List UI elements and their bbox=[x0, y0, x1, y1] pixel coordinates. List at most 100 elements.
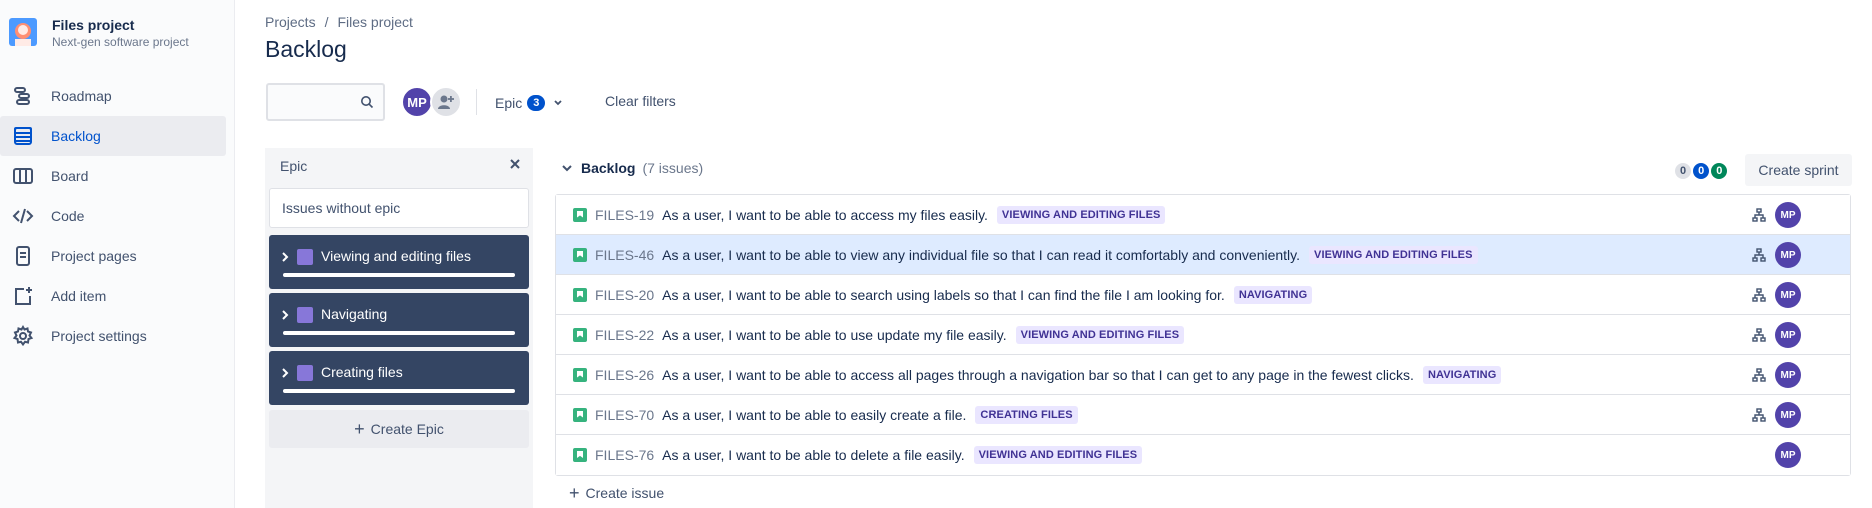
sidebar-item-board[interactable]: Board bbox=[0, 156, 226, 196]
issue-row[interactable]: FILES-76 As a user, I want to be able to… bbox=[556, 435, 1850, 475]
add-person-icon bbox=[438, 95, 454, 109]
close-icon[interactable] bbox=[507, 156, 523, 172]
issue-row[interactable]: FILES-19 As a user, I want to be able to… bbox=[556, 195, 1850, 235]
plus-icon: + bbox=[569, 483, 580, 503]
child-issues-icon bbox=[1752, 328, 1766, 342]
backlog-issue-count: (7 issues) bbox=[642, 160, 704, 176]
issue-key[interactable]: FILES-70 bbox=[595, 407, 654, 423]
epic-progress-bar bbox=[283, 273, 515, 277]
issue-summary: As a user, I want to be able to view any… bbox=[662, 246, 1301, 263]
issue-key[interactable]: FILES-19 bbox=[595, 207, 654, 223]
create-sprint-button[interactable]: Create sprint bbox=[1745, 154, 1852, 186]
in-progress-count-badge: 0 bbox=[1693, 163, 1710, 179]
epic-lozenge: NAVIGATING bbox=[1233, 285, 1313, 304]
add-item-icon bbox=[12, 285, 34, 307]
epic-filter-count-badge: 3 bbox=[527, 95, 546, 111]
sidebar-item-label: Board bbox=[51, 168, 89, 184]
backlog-icon bbox=[12, 125, 34, 147]
plus-icon: + bbox=[354, 419, 365, 439]
child-issues-icon bbox=[1752, 248, 1766, 262]
sidebar-item-label: Add item bbox=[51, 288, 107, 304]
status-counts: 0 0 0 bbox=[1673, 163, 1728, 179]
add-people-button[interactable] bbox=[430, 86, 462, 118]
sidebar-item-backlog[interactable]: Backlog bbox=[0, 116, 226, 156]
assignee-avatar[interactable]: MP bbox=[1775, 402, 1801, 428]
issue-summary: As a user, I want to be able to access m… bbox=[662, 206, 988, 223]
issue-key[interactable]: FILES-22 bbox=[595, 327, 654, 343]
epic-card-viewing-and-editing-files[interactable]: Viewing and editing files bbox=[269, 235, 529, 289]
breadcrumb-files-project[interactable]: Files project bbox=[337, 14, 412, 30]
sidebar-item-project-pages[interactable]: Project pages bbox=[0, 236, 226, 276]
issue-row[interactable]: FILES-46 As a user, I want to be able to… bbox=[556, 235, 1850, 275]
epic-lozenge: VIEWING AND EDITING FILES bbox=[996, 205, 1166, 224]
epic-color-swatch bbox=[297, 307, 313, 323]
issue-row[interactable]: FILES-20 As a user, I want to be able to… bbox=[556, 275, 1850, 315]
chevron-right-icon[interactable] bbox=[280, 250, 290, 264]
epic-name: Viewing and editing files bbox=[321, 248, 471, 264]
create-epic-label: Create Epic bbox=[370, 421, 444, 437]
issue-row[interactable]: FILES-26 As a user, I want to be able to… bbox=[556, 355, 1850, 395]
issues-without-epic[interactable]: Issues without epic bbox=[269, 188, 529, 228]
project-type: Next-gen software project bbox=[52, 35, 189, 49]
project-name: Files project bbox=[52, 17, 135, 33]
sidebar-item-label: Project settings bbox=[51, 328, 147, 344]
assignee-avatar[interactable]: MP bbox=[1775, 242, 1801, 268]
issue-row[interactable]: FILES-70 As a user, I want to be able to… bbox=[556, 395, 1850, 435]
page-title: Backlog bbox=[265, 36, 347, 62]
epic-card-navigating[interactable]: Navigating bbox=[269, 293, 529, 347]
issue-key[interactable]: FILES-26 bbox=[595, 367, 654, 383]
story-icon bbox=[573, 327, 587, 342]
sidebar-item-roadmap[interactable]: Roadmap bbox=[0, 76, 226, 116]
epic-name: Creating files bbox=[321, 364, 403, 380]
avatar-filter-mp[interactable]: MP bbox=[401, 86, 433, 118]
chevron-down-icon bbox=[554, 100, 562, 106]
assignee-avatar[interactable]: MP bbox=[1775, 362, 1801, 388]
issue-key[interactable]: FILES-76 bbox=[595, 447, 654, 463]
search-input[interactable] bbox=[266, 83, 385, 121]
project-avatar-icon bbox=[9, 18, 37, 46]
backlog-header[interactable]: Backlog (7 issues) bbox=[561, 160, 703, 176]
sidebar-item-project-settings[interactable]: Project settings bbox=[0, 316, 226, 356]
epic-lozenge: CREATING FILES bbox=[975, 405, 1078, 424]
story-icon bbox=[573, 407, 587, 422]
epic-color-swatch bbox=[297, 249, 313, 265]
filter-divider bbox=[476, 89, 477, 115]
sidebar-item-label: Roadmap bbox=[51, 88, 112, 104]
sidebar: Files project Next-gen software project … bbox=[0, 0, 235, 508]
project-header[interactable]: Files project Next-gen software project bbox=[8, 16, 228, 56]
epic-card-creating-files[interactable]: Creating files bbox=[269, 351, 529, 405]
story-icon bbox=[573, 247, 587, 262]
assignee-avatar[interactable]: MP bbox=[1775, 202, 1801, 228]
board-icon bbox=[12, 165, 34, 187]
code-icon bbox=[12, 205, 34, 227]
chevron-right-icon[interactable] bbox=[280, 308, 290, 322]
issue-summary: As a user, I want to be able to easily c… bbox=[662, 406, 967, 423]
clear-filters-button[interactable]: Clear filters bbox=[605, 93, 676, 109]
create-epic-button[interactable]: + Create Epic bbox=[269, 410, 529, 448]
epic-filter-dropdown[interactable]: Epic 3 bbox=[495, 91, 563, 115]
breadcrumb-projects[interactable]: Projects bbox=[265, 14, 316, 30]
sidebar-nav: Roadmap Backlog Board Code Project pages bbox=[0, 76, 235, 356]
sidebar-item-code[interactable]: Code bbox=[0, 196, 226, 236]
issue-summary: As a user, I want to be able to delete a… bbox=[662, 447, 965, 463]
search-icon bbox=[361, 96, 374, 109]
epic-progress-bar bbox=[283, 331, 515, 335]
sidebar-item-add-item[interactable]: Add item bbox=[0, 276, 226, 316]
create-issue-label: Create issue bbox=[585, 485, 665, 501]
chevron-down-icon[interactable] bbox=[561, 162, 573, 174]
story-icon bbox=[573, 287, 587, 302]
epic-panel: Epic Issues without epic Viewing and edi… bbox=[265, 148, 533, 508]
issue-key[interactable]: FILES-20 bbox=[595, 287, 654, 303]
breadcrumb: Projects / Files project bbox=[265, 14, 413, 30]
epic-lozenge: NAVIGATING bbox=[1422, 365, 1502, 384]
chevron-right-icon[interactable] bbox=[280, 366, 290, 380]
issue-row[interactable]: FILES-22 As a user, I want to be able to… bbox=[556, 315, 1850, 355]
create-issue-button[interactable]: + Create issue bbox=[569, 483, 665, 503]
assignee-avatar[interactable]: MP bbox=[1775, 322, 1801, 348]
assignee-avatar[interactable]: MP bbox=[1775, 282, 1801, 308]
issue-key[interactable]: FILES-46 bbox=[595, 247, 654, 263]
story-icon bbox=[573, 207, 587, 222]
assignee-avatar[interactable]: MP bbox=[1775, 442, 1801, 468]
issue-summary: As a user, I want to be able to access a… bbox=[662, 366, 1414, 383]
epic-name: Navigating bbox=[321, 306, 388, 322]
